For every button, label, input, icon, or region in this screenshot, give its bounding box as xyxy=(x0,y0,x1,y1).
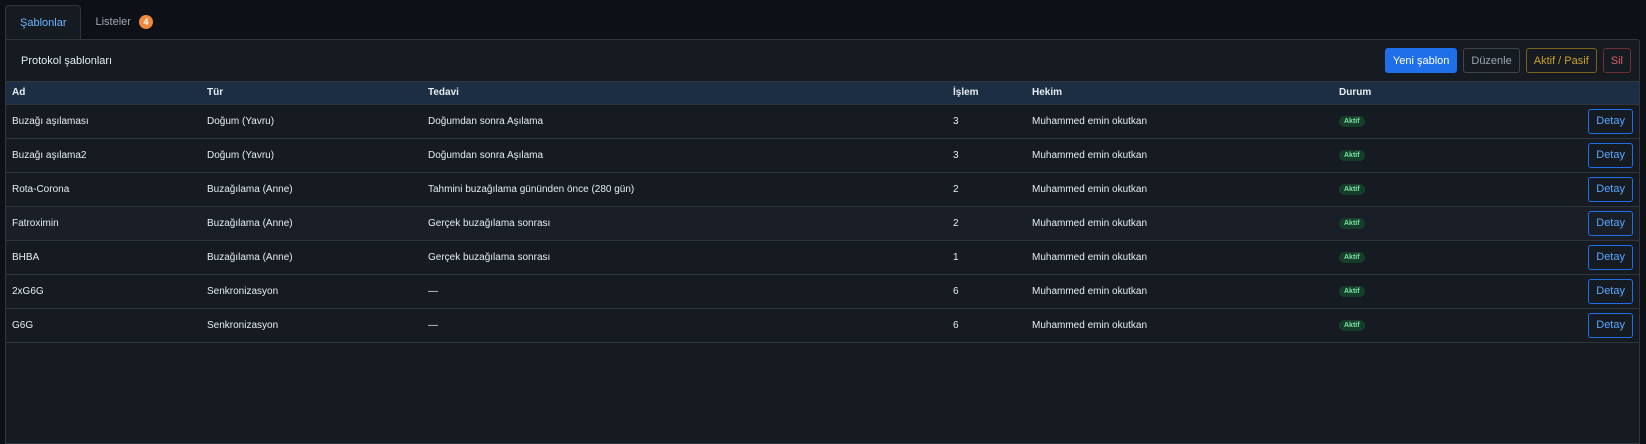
cell-tedavi: Doğumdan sonra Aşılama xyxy=(428,149,544,161)
cell-durum: Aktif xyxy=(1333,206,1503,240)
cell-hekim: Muhammed emin okutkan xyxy=(1032,115,1148,127)
cell-islem: 6 xyxy=(953,319,959,331)
cell-islem: 2 xyxy=(953,183,959,195)
cell-tur: Senkronizasyon xyxy=(207,319,279,331)
cell-ad: BHBA xyxy=(12,251,40,263)
status-badge: Aktif xyxy=(1339,116,1365,127)
tab-sablonlar-label: Şablonlar xyxy=(20,16,67,29)
cell-durum: Aktif xyxy=(1333,172,1503,206)
edit-button[interactable]: Düzenle xyxy=(1463,48,1520,73)
cell-durum: Aktif xyxy=(1333,274,1503,308)
status-badge: Aktif xyxy=(1339,184,1365,195)
table-row[interactable]: Buzağı aşılaması Doğum (Yavru) Doğumdan … xyxy=(6,104,1639,138)
table-row[interactable]: 2xG6G Senkronizasyon — 6 Muhammed emin o… xyxy=(6,274,1639,308)
cell-ad: G6G xyxy=(12,319,34,331)
cell-tur: Buzağılama (Anne) xyxy=(207,251,293,263)
cell-tedavi: — xyxy=(428,285,438,297)
detail-button[interactable]: Detay xyxy=(1588,244,1633,270)
cell-tur: Doğum (Yavru) xyxy=(207,149,275,161)
cell-tur: Senkronizasyon xyxy=(207,285,279,297)
table-row[interactable]: G6G Senkronizasyon — 6 Muhammed emin oku… xyxy=(6,308,1639,342)
cell-islem: 1 xyxy=(953,251,959,263)
cell-tedavi: Tahmini buzağılama gününden önce (280 gü… xyxy=(428,183,635,195)
table-row[interactable]: BHBA Buzağılama (Anne) Gerçek buzağılama… xyxy=(6,240,1639,274)
cell-durum: Aktif xyxy=(1333,240,1503,274)
cell-hekim: Muhammed emin okutkan xyxy=(1032,251,1148,263)
cell-actions: Detay xyxy=(1503,274,1639,308)
table-row[interactable]: Rota-Corona Buzağılama (Anne) Tahmini bu… xyxy=(6,172,1639,206)
column-header-islem[interactable]: İşlem xyxy=(947,82,1026,105)
status-badge: Aktif xyxy=(1339,218,1365,229)
column-header-durum[interactable]: Durum xyxy=(1333,82,1503,105)
toggle-active-button[interactable]: Aktif / Pasif xyxy=(1525,48,1597,73)
tab-listeler[interactable]: Listeler 4 xyxy=(81,5,166,39)
cell-actions: Detay xyxy=(1503,206,1639,240)
status-badge: Aktif xyxy=(1339,252,1365,263)
cell-islem: 3 xyxy=(953,149,959,161)
cell-actions: Detay xyxy=(1503,308,1639,342)
cell-ad: Buzağı aşılama2 xyxy=(12,149,87,161)
cell-tedavi: — xyxy=(428,319,438,331)
status-badge: Aktif xyxy=(1339,320,1365,331)
delete-button[interactable]: Sil xyxy=(1602,48,1631,73)
cell-tedavi: Gerçek buzağılama sonrası xyxy=(428,217,551,229)
cell-islem: 3 xyxy=(953,115,959,127)
column-header-ad[interactable]: Ad xyxy=(6,82,201,105)
status-badge: Aktif xyxy=(1339,150,1365,161)
detail-button[interactable]: Detay xyxy=(1588,108,1633,134)
detail-button[interactable]: Detay xyxy=(1588,176,1633,202)
cell-ad: Fatroximin xyxy=(12,217,59,229)
cell-tur: Doğum (Yavru) xyxy=(207,115,275,127)
cell-hekim: Muhammed emin okutkan xyxy=(1032,217,1148,229)
cell-actions: Detay xyxy=(1503,104,1639,138)
cell-ad: Buzağı aşılaması xyxy=(12,115,89,127)
table-row[interactable]: Fatroximin Buzağılama (Anne) Gerçek buza… xyxy=(6,206,1639,240)
cell-tur: Buzağılama (Anne) xyxy=(207,217,293,229)
panel-title: Protokol şablonları xyxy=(21,54,113,67)
detail-button[interactable]: Detay xyxy=(1588,278,1633,304)
table-row[interactable]: Buzağı aşılama2 Doğum (Yavru) Doğumdan s… xyxy=(6,138,1639,172)
cell-durum: Aktif xyxy=(1333,138,1503,172)
templates-panel: Protokol şablonları Yeni şablon Düzenle … xyxy=(5,39,1640,444)
table-header-row: Ad Tür Tedavi İşlem Hekim Durum xyxy=(6,82,1639,105)
tab-sablonlar[interactable]: Şablonlar xyxy=(5,5,82,39)
cell-tur: Buzağılama (Anne) xyxy=(207,183,293,195)
column-header-actions xyxy=(1503,82,1639,105)
tab-listeler-label: Listeler xyxy=(95,16,131,28)
cell-durum: Aktif xyxy=(1333,104,1503,138)
cell-actions: Detay xyxy=(1503,172,1639,206)
status-badge: Aktif xyxy=(1339,286,1365,297)
cell-hekim: Muhammed emin okutkan xyxy=(1032,285,1148,297)
cell-hekim: Muhammed emin okutkan xyxy=(1032,183,1148,195)
cell-hekim: Muhammed emin okutkan xyxy=(1032,319,1148,331)
cell-islem: 6 xyxy=(953,285,959,297)
cell-islem: 2 xyxy=(953,217,959,229)
cell-hekim: Muhammed emin okutkan xyxy=(1032,149,1148,161)
column-header-hekim[interactable]: Hekim xyxy=(1026,82,1333,105)
column-header-tedavi[interactable]: Tedavi xyxy=(422,82,947,105)
column-header-tur[interactable]: Tür xyxy=(201,82,422,105)
cell-actions: Detay xyxy=(1503,138,1639,172)
cell-tedavi: Doğumdan sonra Aşılama xyxy=(428,115,544,127)
action-bar: Yeni şablon Düzenle Aktif / Pasif Sil xyxy=(1384,48,1631,73)
panel-header: Protokol şablonları Yeni şablon Düzenle … xyxy=(6,40,1639,82)
cell-ad: 2xG6G xyxy=(12,285,44,297)
new-template-button[interactable]: Yeni şablon xyxy=(1384,48,1458,73)
cell-durum: Aktif xyxy=(1333,308,1503,342)
count-badge: 4 xyxy=(138,15,153,29)
detail-button[interactable]: Detay xyxy=(1588,312,1633,338)
templates-table: Ad Tür Tedavi İşlem Hekim Durum Buzağı a… xyxy=(6,82,1639,343)
detail-button[interactable]: Detay xyxy=(1588,142,1633,168)
cell-actions: Detay xyxy=(1503,240,1639,274)
detail-button[interactable]: Detay xyxy=(1588,210,1633,236)
cell-tedavi: Gerçek buzağılama sonrası xyxy=(428,251,551,263)
cell-ad: Rota-Corona xyxy=(12,183,70,195)
tab-bar: Şablonlar Listeler 4 xyxy=(5,5,167,39)
